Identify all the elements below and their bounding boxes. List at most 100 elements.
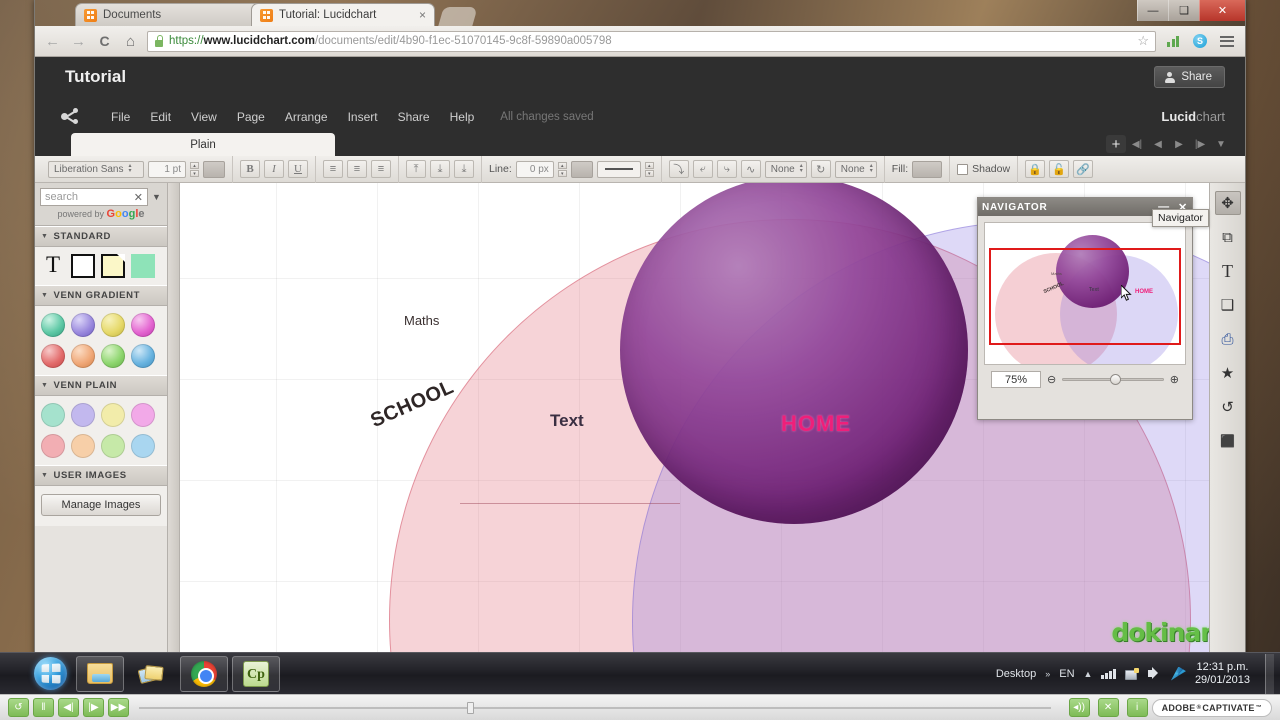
navigator-icon-button[interactable]: ✥ <box>1214 191 1241 215</box>
venn-gradient-magenta-icon[interactable] <box>131 313 155 337</box>
venn-gradient-purple-icon[interactable] <box>71 313 95 337</box>
text-shape-icon[interactable]: T <box>41 253 65 278</box>
previous-button[interactable]: ◀| <box>58 698 79 717</box>
font-family-select[interactable]: Liberation Sans ▴ ▾ <box>48 160 144 178</box>
taskbar-item-captivate[interactable]: Cp <box>232 655 280 692</box>
valign-bottom-button[interactable]: ⤓ <box>454 160 474 178</box>
venn-gradient-teal-icon[interactable] <box>41 313 65 337</box>
line-width-stepper[interactable]: ▴ ▾ <box>557 161 567 177</box>
stepper-up-icon[interactable]: ▴ <box>644 161 654 169</box>
search-options-icon[interactable]: ▼ <box>151 192 162 202</box>
info-button[interactable]: i <box>1126 698 1148 717</box>
stepper-down-icon[interactable]: ▾ <box>190 169 199 177</box>
address-bar[interactable]: https://www.lucidchart.com/documents/edi… <box>147 30 1156 52</box>
line-width-input[interactable]: 0 px <box>515 160 554 178</box>
venn-plain-red-icon[interactable] <box>41 434 65 458</box>
pause-button[interactable]: ‖ <box>33 698 54 717</box>
underline-button[interactable]: U <box>288 160 308 178</box>
menu-item-file[interactable]: File <box>101 104 140 130</box>
tab-close-icon[interactable]: × <box>419 9 426 21</box>
zoom-in-icon[interactable]: ⊕ <box>1170 373 1179 386</box>
page-tab-plain[interactable]: Plain <box>71 133 335 156</box>
volume-icon[interactable] <box>1147 667 1162 680</box>
zoom-out-icon[interactable]: ⊖ <box>1047 373 1056 386</box>
arrow-start-select[interactable]: None ▴ ▾ <box>764 160 807 178</box>
label-maths[interactable]: Maths <box>404 313 439 328</box>
swap-arrows-button[interactable]: ↻ <box>810 160 831 178</box>
new-tab-button[interactable] <box>438 7 478 26</box>
section-header-user-images[interactable]: ▼ USER IMAGES <box>35 465 167 486</box>
resize-icon-button[interactable]: ⧉ <box>1215 225 1241 249</box>
note-shape-icon[interactable] <box>101 254 125 278</box>
zoom-slider[interactable] <box>1062 373 1164 387</box>
share-button[interactable]: Share <box>1154 66 1225 88</box>
prev-page-icon[interactable]: ◀ <box>1148 135 1168 153</box>
straight-connector-button[interactable]: ⤷ <box>716 160 737 178</box>
venn-plain-orange-icon[interactable] <box>71 434 95 458</box>
next-button[interactable]: |▶ <box>83 698 104 717</box>
venn-gradient-orange-icon[interactable] <box>71 344 95 368</box>
zoom-slider-knob[interactable] <box>1109 374 1121 385</box>
venn-gradient-red-icon[interactable] <box>41 344 65 368</box>
rectangle-shape-icon[interactable] <box>71 254 95 278</box>
chrome-menu-button[interactable] <box>1217 32 1237 51</box>
bookmark-star-icon[interactable]: ☆ <box>1137 33 1149 49</box>
font-color-swatch[interactable] <box>203 160 225 178</box>
venn-plain-teal-icon[interactable] <box>41 403 65 427</box>
line-color-swatch[interactable] <box>570 160 593 178</box>
next-page-icon[interactable]: ▶ <box>1169 135 1189 153</box>
playback-progress-knob[interactable] <box>467 701 475 714</box>
favorites-icon-button[interactable]: ★ <box>1215 361 1241 385</box>
present-icon-button[interactable]: ⬛ <box>1215 429 1241 453</box>
align-center-button[interactable]: ≡ <box>347 160 367 178</box>
elbow-connector-button[interactable]: ⤶ <box>692 160 713 178</box>
shadow-checkbox[interactable] <box>957 163 969 175</box>
italic-button[interactable]: I <box>264 160 284 178</box>
align-left-button[interactable]: ≡ <box>323 160 343 178</box>
menu-item-edit[interactable]: Edit <box>140 104 181 130</box>
lucidchart-logo-icon[interactable] <box>61 107 87 127</box>
menu-item-help[interactable]: Help <box>440 104 485 130</box>
section-header-venn-gradient[interactable]: ▼ VENN GRADIENT <box>35 285 167 306</box>
menu-item-view[interactable]: View <box>181 104 227 130</box>
venn-plain-yellow-icon[interactable] <box>101 403 125 427</box>
tray-language[interactable]: EN <box>1059 668 1074 680</box>
taskbar-item-explorer[interactable] <box>76 655 124 692</box>
clear-search-icon[interactable]: ✕ <box>134 191 143 204</box>
font-size-input[interactable]: 1 pt <box>148 160 186 178</box>
start-button[interactable] <box>28 655 72 693</box>
clock[interactable]: 12:31 p.m. 29/01/2013 <box>1195 661 1254 687</box>
arrow-end-select[interactable]: None ▴ ▾ <box>834 160 877 178</box>
menu-item-insert[interactable]: Insert <box>338 104 388 130</box>
back-icon[interactable]: ← <box>43 32 62 51</box>
venn-plain-magenta-icon[interactable] <box>131 403 155 427</box>
skype-extension-icon[interactable] <box>1190 32 1210 51</box>
stepper-down-icon[interactable]: ▾ <box>644 169 654 177</box>
venn-plain-purple-icon[interactable] <box>71 403 95 427</box>
stepper-up-icon[interactable]: ▴ <box>190 161 199 169</box>
history-icon-button[interactable]: ↺ <box>1215 395 1241 419</box>
venn-plain-green-icon[interactable] <box>101 434 125 458</box>
network-status-icon[interactable] <box>1124 667 1139 680</box>
last-page-icon[interactable]: |▶ <box>1190 135 1210 153</box>
network-signal-icon[interactable] <box>1101 668 1116 679</box>
stepper-down-icon[interactable]: ▾ <box>557 169 567 177</box>
navigator-thumbnail[interactable]: Maths SCHOOL Text HOME <box>984 222 1186 365</box>
viewport-rectangle[interactable] <box>989 248 1181 345</box>
menu-item-page[interactable]: Page <box>227 104 275 130</box>
line-jump-button[interactable]: ∿ <box>740 160 761 178</box>
venn-gradient-blue-icon[interactable] <box>131 344 155 368</box>
bold-button[interactable]: B <box>240 160 260 178</box>
first-page-icon[interactable]: ◀| <box>1127 135 1147 153</box>
tray-desktop-label[interactable]: Desktop <box>996 668 1036 680</box>
document-title[interactable]: Tutorial <box>65 67 126 87</box>
section-header-standard[interactable]: ▼ STANDARD <box>35 226 167 247</box>
search-input[interactable]: search ✕ <box>40 188 148 206</box>
minimize-button[interactable]: — <box>1137 0 1168 21</box>
page-menu-icon[interactable]: ▼ <box>1211 135 1231 153</box>
unlock-button[interactable]: 🔓 <box>1049 160 1070 178</box>
replay-button[interactable]: ↺ <box>8 698 29 717</box>
canvas-area[interactable]: Maths SCHOOL Text HOME dokinane NAVIGATO… <box>168 183 1245 653</box>
taskbar-item-chrome[interactable] <box>180 655 228 692</box>
tray-expand-icon[interactable]: ▲ <box>1084 669 1093 679</box>
